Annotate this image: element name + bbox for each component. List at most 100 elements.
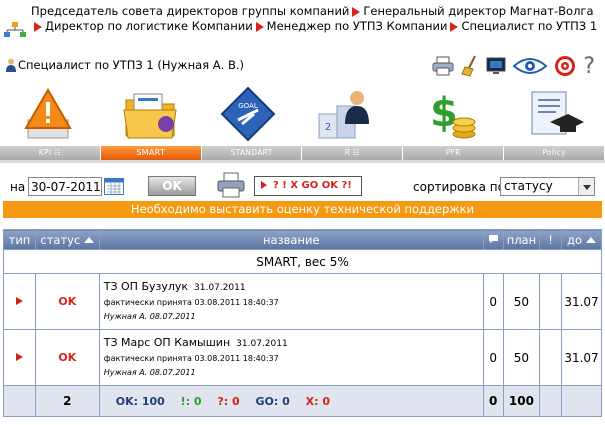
row-title[interactable]: ТЗ ОП Бузулук [104,280,188,293]
person-icon [6,58,16,72]
header-excl[interactable]: ! [539,229,562,250]
footer-excl [539,385,562,417]
tab-policy[interactable]: Policy [504,146,605,160]
footer-due [561,385,602,417]
table-header: тип статус название план ! до [3,229,602,250]
chevron-down-icon[interactable] [578,178,594,195]
ok-button[interactable]: OK [148,176,196,196]
eye-icon[interactable] [513,56,548,76]
toolbar-icons: ? [432,52,595,80]
stat-go: GO: 0 [255,394,290,408]
user-row: Специалист по УТПЗ 1 (Нужная А. В.) ? [0,52,605,80]
footer-empty [3,385,36,417]
printer-icon[interactable] [432,56,454,76]
filter-toolbar: на OK ? ! X GO OK ?! сортировка по стату… [0,168,605,200]
status-arrow-icon [261,181,267,189]
group-title: SMART, вес 5% [3,249,602,274]
header-due[interactable]: до [561,229,602,250]
status-filter[interactable]: ? ! X GO OK ?! [254,176,362,196]
row-comments: 0 [482,329,504,386]
row-due: 31.07 [561,273,602,330]
group-row: SMART, вес 5% [3,249,602,274]
header-status[interactable]: статус [34,229,100,250]
svg-text:GOAL: GOAL [238,102,258,110]
row-comments: 0 [482,273,504,330]
breadcrumb-arrow-icon [352,6,361,17]
monitor-icon[interactable] [486,56,506,76]
breadcrumb-item[interactable]: Председатель совета директоров группы ко… [31,4,349,18]
tab-r[interactable]: R ☷ [302,146,404,160]
row-title[interactable]: ТЗ Марс ОП Камышин [104,336,230,349]
module-icon-bar: GOAL 2 $ [0,82,605,148]
breadcrumb-arrow-icon [255,21,264,32]
org-structure-icon [4,22,26,37]
row-excl [539,329,562,386]
sort-label: сортировка по [413,180,505,194]
goal-standard-icon[interactable]: GOAL [218,84,278,144]
row-accepted: фактически принята 03.08.2011 18:40:37 [103,354,279,363]
broom-icon[interactable] [461,55,479,77]
tab-smart[interactable]: SMART [100,146,202,160]
print-icon[interactable] [216,172,246,198]
breadcrumb: Председатель совета директоров группы ко… [0,0,605,50]
expand-arrow-icon[interactable] [15,353,23,361]
row-title-date: 31.07.2011 [194,283,246,293]
user-name: Специалист по УТПЗ 1 (Нужная А. В.) [18,58,245,72]
row-author: Нужная А. 08.07.2011 [103,312,196,321]
breadcrumb-item-current: Специалист по УТПЗ 1 [461,19,598,33]
table-footer: 2 OK: 100 !: 0 ?: 0 GO: 0 X: 0 0 100 [3,385,602,417]
help-button[interactable]: ? [583,54,595,79]
kpi-warning-icon[interactable] [18,84,78,144]
header-comments[interactable] [482,229,504,250]
tab-divider [0,160,605,163]
breadcrumb-arrow-icon [450,21,459,32]
ranking-podium-icon[interactable]: 2 [315,84,375,144]
header-plan[interactable]: план [502,229,541,250]
money-coins-icon[interactable]: $ [420,84,480,144]
sort-up-icon [84,237,95,243]
row-type[interactable] [3,329,36,386]
breadcrumb-item[interactable]: Менеджер по УТПЗ Компании [267,19,448,33]
tasks-table: тип статус название план ! до SMART, вес… [3,229,602,417]
sort-select-value: статусу [504,179,553,193]
breadcrumb-arrow-icon [34,21,42,32]
breadcrumb-trail: Председатель совета директоров группы ко… [31,4,603,34]
stat-question: ?: 0 [217,394,240,408]
row-excl [539,273,562,330]
row-accepted: фактически принята 03.08.2011 18:40:37 [103,298,279,307]
svg-text:2: 2 [325,122,331,133]
header-type[interactable]: тип [3,229,36,250]
smart-folder-icon[interactable] [120,84,180,144]
module-tabs: KPI ☷ SMART STANDART R ☷ PFR Policy [0,146,605,160]
expand-arrow-icon[interactable] [15,297,23,305]
table-row[interactable]: OK ТЗ Марс ОП Камышин 31.07.2011 фактичес… [3,329,602,386]
row-title-date: 31.07.2011 [236,339,288,349]
footer-plan: 100 [502,385,541,417]
row-author: Нужная А. 08.07.2011 [103,368,196,377]
footer-stats: OK: 100 !: 0 ?: 0 GO: 0 X: 0 [98,385,484,417]
sort-up-icon [586,237,596,243]
stat-excl: !: 0 [180,394,202,408]
status-filter-text: ? ! X GO OK ?! [273,180,352,191]
date-label: на [10,180,26,194]
date-input[interactable] [28,177,102,196]
breadcrumb-item[interactable]: Генеральный директор Магнат-Волга [363,4,593,18]
row-type[interactable] [3,273,36,330]
table-row[interactable]: OK ТЗ ОП Бузулук 31.07.2011 фактически пр… [3,273,602,330]
row-name[interactable]: ТЗ Марс ОП Камышин 31.07.2011 фактически … [98,329,484,386]
header-name[interactable]: название [98,229,484,250]
row-plan: 50 [502,329,541,386]
row-name[interactable]: ТЗ ОП Бузулук 31.07.2011 фактически приня… [98,273,484,330]
policy-scroll-icon[interactable] [524,84,584,144]
calendar-icon[interactable] [104,178,124,195]
stat-x: X: 0 [305,394,331,408]
stat-ok: OK: 100 [115,394,165,408]
footer-comments: 0 [482,385,504,417]
sort-select[interactable]: статусу [500,177,595,196]
breadcrumb-item[interactable]: Директор по логистике Компании [45,19,253,33]
tab-standart[interactable]: STANDART [201,146,303,160]
row-status: OK [34,273,100,330]
tab-pfr[interactable]: PFR [403,146,505,160]
target-icon[interactable] [554,55,576,77]
tab-kpi[interactable]: KPI ☷ [0,146,101,160]
